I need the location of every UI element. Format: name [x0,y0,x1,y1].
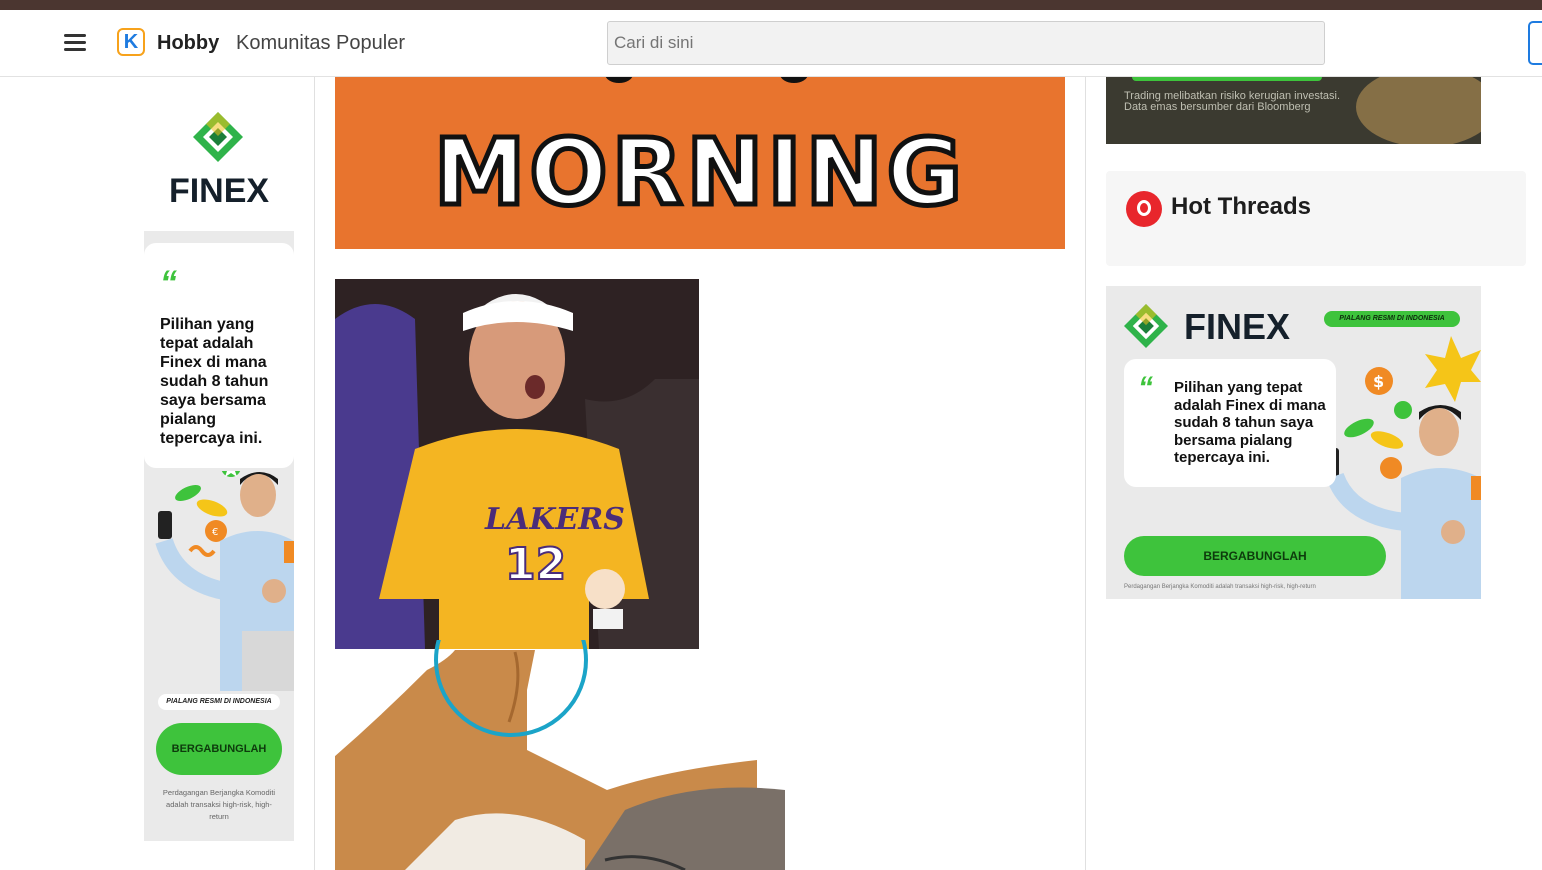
testimonial-bubble: “ Pilihan yang tepat adalah Finex di man… [144,243,294,468]
kaskus-logo-icon[interactable]: K [117,28,145,56]
gold-trading-promo[interactable]: Trading melibatkan risiko kerugian inves… [1106,77,1481,144]
badge-pialang-resmi: PIALANG RESMI DI INDONESIA [158,694,280,710]
banner-shape [605,77,633,83]
gold-promo-illustration [1132,77,1481,144]
banner-shape [780,77,808,83]
morning-word: MORNING [431,117,967,229]
right-ad-brand: FINEX [1184,306,1291,347]
hot-threads-flame-icon [1126,191,1162,227]
hot-threads-panel: Hot Threads [1106,171,1526,266]
search-input[interactable] [607,21,1325,65]
svg-text:$: $ [1373,372,1384,391]
finex-diamond-icon [1124,304,1168,348]
lakers-fan-gif: LAKERS 12 [335,279,699,649]
header: K Hobby Komunitas Populer [0,10,1542,77]
quote-icon: “ [160,264,177,302]
badge-pialang-resmi: PIALANG RESMI DI INDONESIA [1324,311,1460,327]
right-ad-banner[interactable]: FINEX PIALANG RESMI DI INDONESIA $ “ Pil… [1106,286,1481,599]
column-divider-right [1085,77,1086,870]
cat-ear-image [335,640,785,870]
top-strip [0,0,1542,10]
brand-hobby-link[interactable]: Hobby [157,32,219,55]
testimonial-bubble: “ Pilihan yang tepat adalah Finex di man… [1124,359,1336,487]
testimonial-text: Pilihan yang tepat adalah Finex di mana … [160,316,269,447]
hamburger-icon[interactable] [64,34,86,52]
disclaimer-right: Perdagangan Berjangka Komoditi adalah tr… [1124,584,1316,590]
man-with-phone-illustration: € [155,471,294,691]
finex-diamond-icon [193,112,243,162]
hot-threads-title[interactable]: Hot Threads [1171,193,1311,221]
left-ad-banner[interactable]: “ Pilihan yang tepat adalah Finex di man… [144,231,294,841]
nav-komunitas-populer[interactable]: Komunitas Populer [236,32,405,55]
left-ad-brand: FINEX [168,172,270,210]
column-divider-left [314,77,315,870]
testimonial-text: Pilihan yang tepat adalah Finex di mana … [1174,379,1326,466]
quote-icon: “ [1138,371,1153,404]
join-button-left[interactable]: BERGABUNGLAH [156,723,282,775]
header-action-button[interactable] [1528,21,1542,65]
disclaimer-left: Perdagangan Berjangka Komoditi adalah tr… [162,788,276,821]
svg-text:€: € [212,527,218,538]
jersey-number-text: 12 [505,539,566,590]
jersey-team-text: LAKERS [484,502,625,537]
left-ad-logo[interactable]: FINEX [144,110,294,220]
join-button-right[interactable]: BERGABUNGLAH [1124,536,1386,576]
good-morning-banner: MORNING [335,77,1065,249]
fan-photo-illustration: LAKERS 12 [335,279,699,649]
